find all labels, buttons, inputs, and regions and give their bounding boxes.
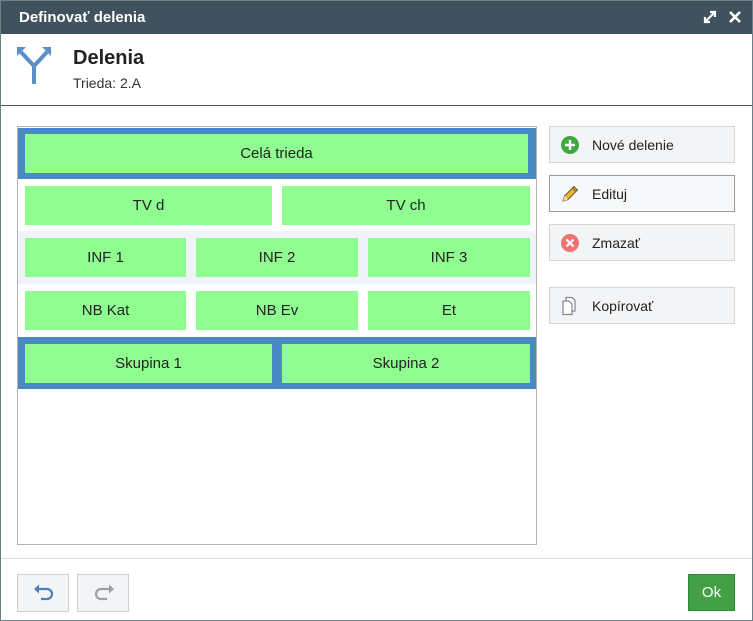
division-row[interactable]: TV d TV ch: [18, 179, 536, 231]
division-group[interactable]: NB Kat: [25, 291, 186, 330]
division-group[interactable]: NB Ev: [196, 291, 358, 330]
division-group[interactable]: INF 2: [196, 238, 358, 277]
redo-button[interactable]: [77, 574, 129, 612]
divisions-panel: Celá trieda TV d TV ch INF 1 INF 2 INF 3…: [17, 126, 537, 545]
division-group[interactable]: TV ch: [282, 186, 530, 225]
close-icon[interactable]: [726, 8, 744, 26]
edit-button[interactable]: Edituj: [549, 175, 735, 212]
delete-button[interactable]: Zmazať: [549, 224, 735, 261]
expand-icon[interactable]: [701, 8, 719, 26]
division-group[interactable]: Celá trieda: [25, 134, 528, 173]
dialog: Definovať delenia Delenia Trieda: 2.A Ce…: [0, 0, 753, 621]
copy-icon: [560, 296, 580, 316]
division-group[interactable]: INF 3: [368, 238, 530, 277]
division-row[interactable]: INF 1 INF 2 INF 3: [18, 231, 536, 284]
delete-circle-icon: [560, 233, 580, 253]
split-icon: [15, 44, 53, 86]
copy-button[interactable]: Kopírovať: [549, 287, 735, 324]
pencil-icon: [560, 184, 580, 204]
ok-button[interactable]: Ok: [688, 574, 735, 611]
edit-label: Edituj: [592, 186, 628, 202]
delete-label: Zmazať: [592, 235, 641, 251]
undo-button[interactable]: [17, 574, 69, 612]
undo-icon: [34, 584, 54, 601]
division-group[interactable]: TV d: [25, 186, 272, 225]
title-bar[interactable]: Definovať delenia: [1, 1, 752, 34]
plus-circle-icon: [560, 135, 580, 155]
division-row[interactable]: NB Kat NB Ev Et: [18, 284, 536, 336]
page-title: Delenia: [73, 47, 145, 69]
new-division-label: Nové delenie: [592, 137, 674, 153]
division-group[interactable]: Skupina 1: [25, 344, 272, 383]
class-subtitle: Trieda: 2.A: [73, 75, 141, 91]
division-row[interactable]: Celá trieda: [18, 128, 536, 179]
dialog-header: Delenia Trieda: 2.A: [1, 35, 752, 106]
redo-icon: [94, 584, 114, 601]
dialog-footer: Ok: [1, 558, 752, 621]
new-division-button[interactable]: Nové delenie: [549, 126, 735, 163]
division-group[interactable]: INF 1: [25, 238, 186, 277]
division-group[interactable]: Skupina 2: [282, 344, 530, 383]
window-title: Definovať delenia: [19, 9, 146, 26]
division-row[interactable]: Skupina 1 Skupina 2: [18, 337, 536, 389]
copy-label: Kopírovať: [592, 298, 654, 314]
division-group[interactable]: Et: [368, 291, 530, 330]
